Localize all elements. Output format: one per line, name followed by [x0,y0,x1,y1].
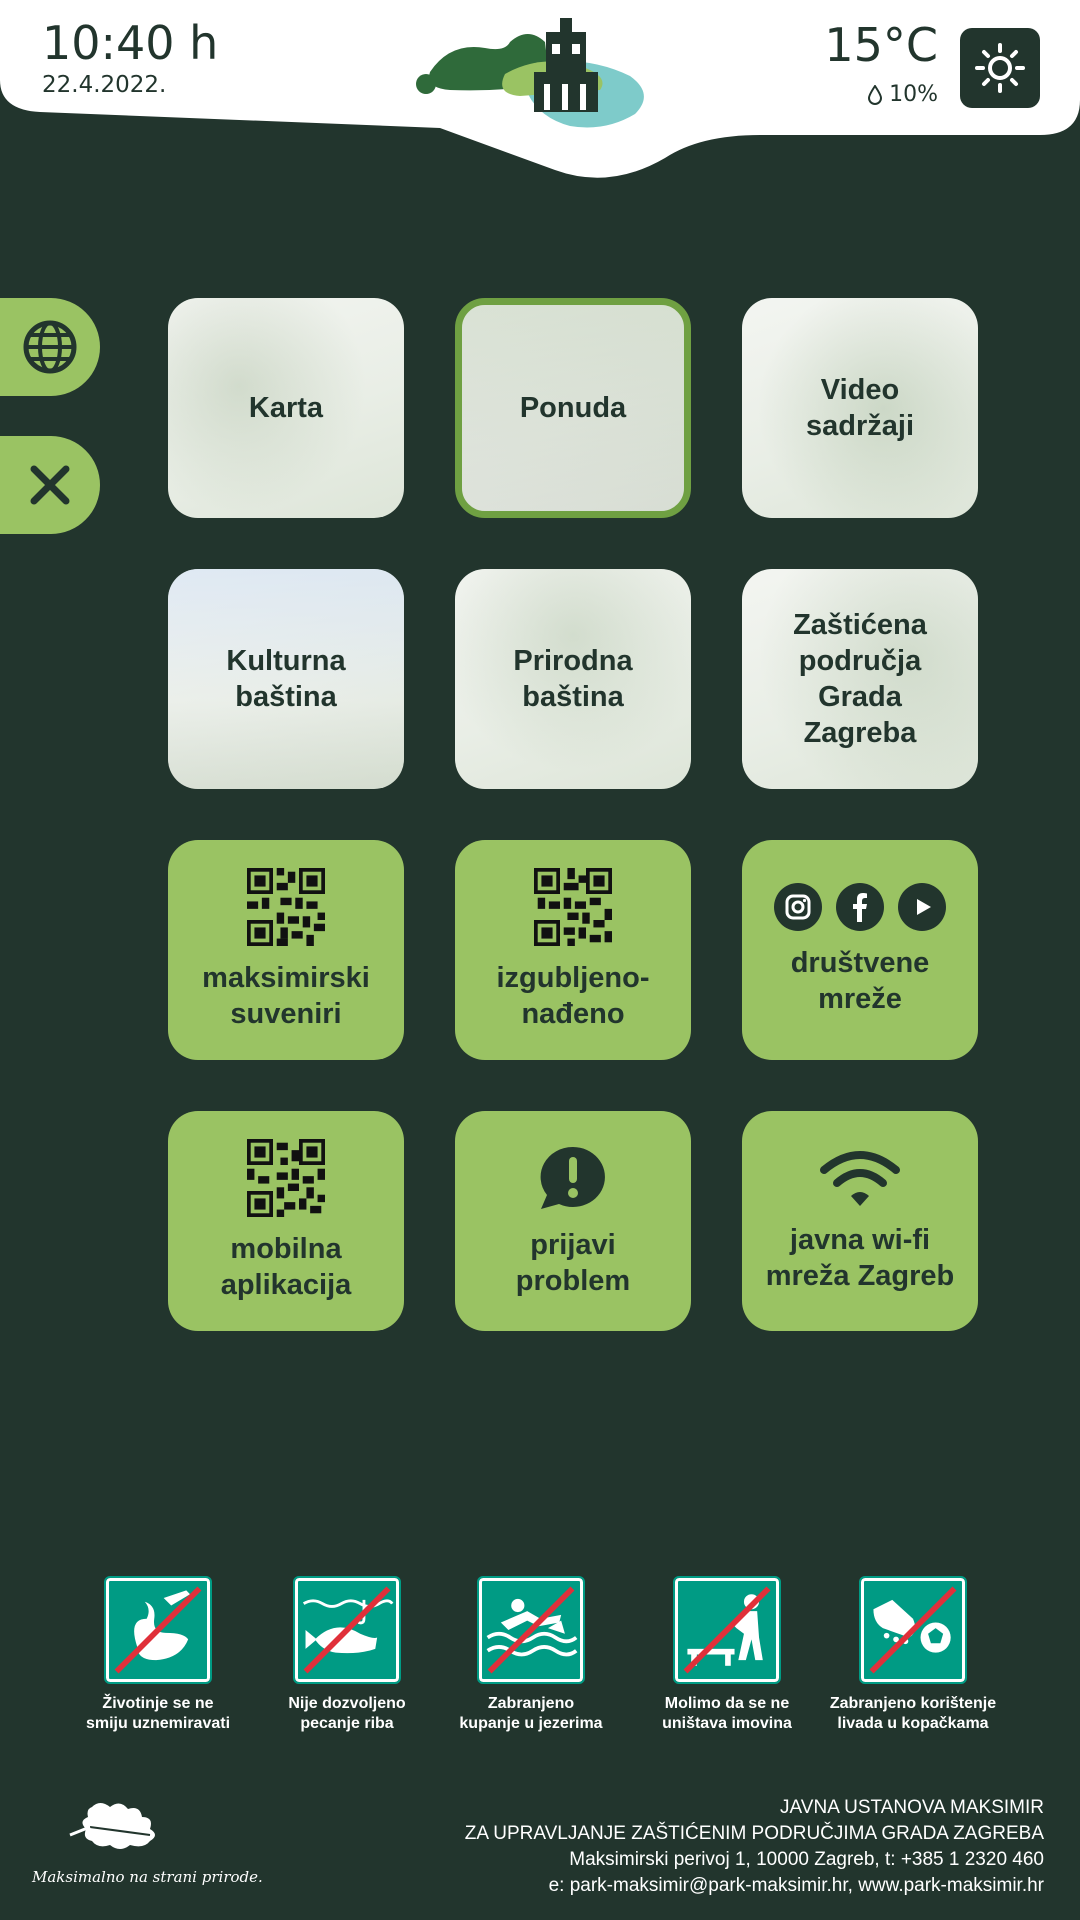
tile-label: Kulturna baština [216,643,355,715]
label-line: javna wi-fi [789,1224,931,1256]
label-line: područja [798,645,922,677]
label-line: društvene [790,947,930,979]
sun-icon [975,43,1025,93]
label-line: mreža Zagreb [765,1260,955,1292]
rule-no-vandalism: Molimo da se ne uništava imovina [627,1576,827,1734]
label-line: suveniri [230,998,342,1030]
tile-label: prijavi problem [516,1227,630,1299]
social-icons [774,883,946,931]
caption-line: Zabranjeno [487,1695,575,1712]
rule-caption: Molimo da se ne uništava imovina [662,1694,792,1734]
no-fishing-icon [293,1576,401,1684]
tile-prirodna-bastina[interactable]: Prirodna baština [455,569,691,789]
tile-label: izgubljeno- nađeno [496,960,649,1032]
close-button[interactable] [0,436,100,534]
tile-label: Zaštićena područja Grada Zagreba [783,607,937,751]
park-logo [416,18,644,128]
tile-drustvene-mreze[interactable]: društvene mreže [742,840,978,1060]
caption-line: livada u kopačkama [837,1715,989,1732]
tile-mobilna-aplikacija[interactable]: mobilna aplikacija [168,1111,404,1331]
tile-video[interactable]: Video sadržaji [742,298,978,518]
institution-name: JAVNA USTANOVA MAKSIMIR [780,1797,1044,1818]
rule-no-disturbing-animals: Životinje se ne smiju uznemiravati [58,1576,258,1734]
label-line: problem [515,1265,631,1297]
label-line: Prirodna [513,645,633,677]
rule-caption: Nije dozvoljeno pecanje riba [288,1694,405,1734]
tile-label: Video sadržaji [796,372,924,444]
label-line: Video [820,374,900,406]
tile-karta[interactable]: Karta [168,298,404,518]
qr-code-icon [247,1139,325,1217]
rule-no-fishing: Nije dozvoljeno pecanje riba [247,1576,447,1734]
label-line: izgubljeno- [496,962,650,994]
footer-contact: JAVNA USTANOVA MAKSIMIR ZA UPRAVLJANJE Z… [465,1795,1044,1899]
tile-javna-wifi[interactable]: javna wi-fi mreža Zagreb [742,1111,978,1331]
caption-line: pecanje riba [300,1715,394,1732]
label-line: mreže [818,983,902,1015]
humidity-value: 10% [889,82,938,107]
rule-caption: Životinje se ne smiju uznemiravati [86,1694,230,1734]
label-line: baština [522,681,624,713]
address: Maksimirski perivoj 1, 10000 Zagreb, t: … [569,1849,1044,1870]
globe-icon [23,320,77,374]
no-swimming-icon [477,1576,585,1684]
clock-date: 22.4.2022. [42,72,167,98]
tile-label: društvene mreže [791,945,930,1017]
tile-label: Ponuda [519,392,627,424]
label-line: Kulturna [226,645,346,677]
youtube-icon[interactable] [898,883,946,931]
alert-bubble-icon [540,1146,605,1209]
rule-no-swimming: Zabranjeno kupanje u jezerima [431,1576,631,1734]
label-line: nađeno [521,998,625,1030]
rule-caption: Zabranjeno korištenje livada u kopačkama [830,1694,996,1734]
qr-code-icon [247,868,325,946]
tile-label: mobilna aplikacija [221,1231,352,1303]
close-icon [30,465,70,505]
instagram-icon[interactable] [774,883,822,931]
weather-button[interactable] [960,28,1040,108]
label-line: Zaštićena [793,609,927,641]
tile-ponuda[interactable]: Ponuda [455,298,691,518]
tile-zasticena-podrucja[interactable]: Zaštićena područja Grada Zagreba [742,569,978,789]
no-football-boots-icon [859,1576,967,1684]
caption-line: Molimo da se ne [664,1695,790,1712]
tile-label: Prirodna baština [503,643,642,715]
contact-links[interactable]: e: park-maksimir@park-maksimir.hr, www.p… [465,1873,1044,1899]
label-line: Grada [818,681,902,713]
no-disturbing-animals-icon [104,1576,212,1684]
caption-line: Nije dozvoljeno [288,1695,406,1712]
qr-code-icon [534,868,612,946]
clock-time: 10:40 h [42,16,219,70]
label-line: prijavi [530,1229,616,1261]
label-line: sadržaji [806,410,914,442]
label-line: maksimirski [202,962,370,994]
caption-line: smiju uznemiravati [85,1715,231,1732]
label-line: Zagreba [803,717,917,749]
humidity-readout: 10% [867,82,938,107]
tile-label: maksimirski suveniri [202,960,370,1032]
tile-label: javna wi-fi mreža Zagreb [766,1222,955,1294]
caption-line: uništava imovina [662,1715,792,1732]
tagline: Maksimalno na strani prirode. [32,1868,263,1886]
tile-maksimirski-suveniri[interactable]: maksimirski suveniri [168,840,404,1060]
wifi-icon [820,1151,900,1206]
rule-caption: Zabranjeno kupanje u jezerima [459,1694,602,1734]
caption-line: Životinje se ne [102,1695,214,1712]
label-line: aplikacija [220,1269,352,1301]
tile-izgubljeno-nadeno[interactable]: izgubljeno- nađeno [455,840,691,1060]
rule-no-football-boots: Zabranjeno korištenje livada u kopačkama [813,1576,1013,1734]
no-vandalism-icon [673,1576,781,1684]
tile-label: Karta [248,392,324,424]
caption-line: Zabranjeno korištenje [829,1695,997,1712]
label-line: baština [235,681,337,713]
caption-line: kupanje u jezerima [459,1715,603,1732]
institution-subtitle: ZA UPRAVLJANJE ZAŠTIĆENIM PODRUČJIMA GRA… [464,1823,1044,1844]
label-line: mobilna [230,1233,342,1265]
tile-prijavi-problem[interactable]: prijavi problem [455,1111,691,1331]
tile-kulturna-bastina[interactable]: Kulturna baština [168,569,404,789]
raindrop-icon [868,84,883,105]
temperature: 15°C [824,18,938,72]
facebook-icon[interactable] [836,883,884,931]
language-button[interactable] [0,298,100,396]
